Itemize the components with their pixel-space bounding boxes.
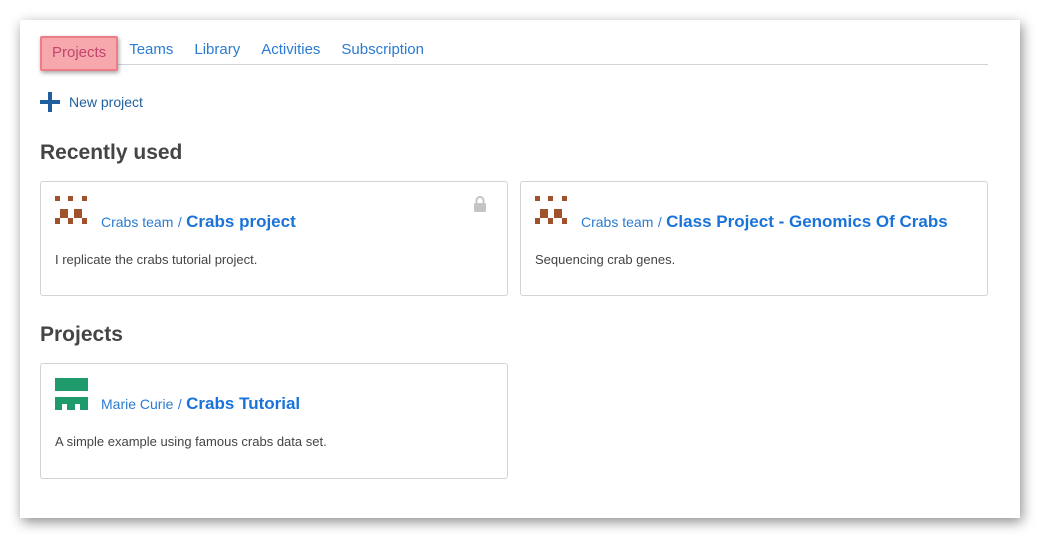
- project-card[interactable]: Marie Curie / Crabs Tutorial A simple ex…: [40, 363, 508, 479]
- project-description: Sequencing crab genes.: [535, 252, 676, 267]
- separator: /: [657, 214, 662, 230]
- project-name-link[interactable]: Crabs Tutorial: [186, 394, 300, 413]
- tab-projects[interactable]: Projects: [40, 36, 119, 71]
- separator: /: [177, 214, 182, 230]
- main-panel: Projects Teams Library Activities Subscr…: [20, 20, 1020, 518]
- new-project-label: New project: [69, 94, 143, 110]
- owner-link[interactable]: Crabs team: [581, 214, 653, 230]
- owner-link[interactable]: Marie Curie: [101, 396, 173, 412]
- project-name-link[interactable]: Crabs project: [186, 212, 296, 231]
- owner-link[interactable]: Crabs team: [101, 214, 173, 230]
- recently-used-heading: Recently used: [40, 141, 183, 164]
- lock-icon: [474, 196, 486, 212]
- new-project-button[interactable]: New project: [40, 92, 143, 112]
- project-title: Crabs team / Class Project - Genomics Of…: [581, 212, 948, 232]
- crab-avatar-icon: [55, 196, 87, 224]
- tab-subscription[interactable]: Subscription: [330, 40, 434, 64]
- project-card[interactable]: Crabs team / Class Project - Genomics Of…: [520, 181, 988, 296]
- project-title: Marie Curie / Crabs Tutorial: [101, 394, 300, 414]
- project-avatar-icon: [55, 378, 88, 410]
- project-card[interactable]: Crabs team / Crabs project I replicate t…: [40, 181, 508, 296]
- project-description: A simple example using famous crabs data…: [55, 434, 327, 449]
- project-name-link[interactable]: Class Project - Genomics Of Crabs: [666, 212, 948, 231]
- projects-heading: Projects: [40, 323, 123, 346]
- project-title: Crabs team / Crabs project: [101, 212, 296, 232]
- tab-activities[interactable]: Activities: [250, 40, 330, 64]
- separator: /: [177, 396, 182, 412]
- tab-teams[interactable]: Teams: [118, 40, 183, 64]
- crab-avatar-icon: [535, 196, 567, 224]
- tab-bar: Projects Teams Library Activities Subscr…: [40, 36, 988, 71]
- project-description: I replicate the crabs tutorial project.: [55, 252, 258, 267]
- plus-icon: [40, 92, 60, 112]
- tab-library[interactable]: Library: [183, 40, 250, 64]
